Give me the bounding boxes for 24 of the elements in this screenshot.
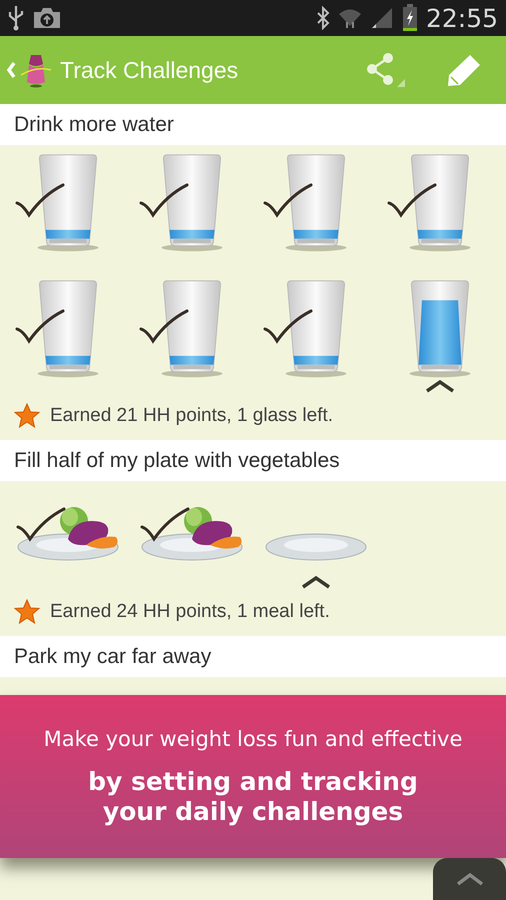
share-icon (364, 53, 406, 87)
points-text: Earned 21 HH points, 1 glass left. (50, 404, 334, 426)
screen-title: Track Challenges (60, 56, 240, 84)
clock-text: 22:55 (426, 4, 498, 32)
challenge-title: Fill half of my plate with vegetables (0, 440, 506, 481)
usb-icon (8, 5, 24, 31)
star-icon (14, 403, 40, 428)
bluetooth-icon (316, 6, 330, 30)
challenge-title: Drink more water (0, 104, 506, 145)
caret-up-icon (456, 872, 484, 886)
battery-icon (402, 4, 418, 32)
back-icon (6, 61, 16, 79)
scroll-up-button[interactable] (433, 858, 506, 900)
pencil-icon (446, 53, 482, 87)
dress-form-logo-icon (20, 52, 52, 88)
promo-tagline: your daily challenges (102, 796, 404, 826)
back-button[interactable] (6, 61, 16, 79)
promo-text: Make your weight loss fun and effective (44, 727, 462, 751)
points-text: Earned 24 HH points, 1 meal left. (50, 600, 330, 622)
camera-upload-icon (32, 6, 62, 30)
challenge-title: Park my car far away (0, 636, 506, 677)
star-icon (14, 599, 40, 624)
signal-icon (370, 6, 394, 30)
promo-tagline: by setting and tracking (88, 767, 418, 796)
